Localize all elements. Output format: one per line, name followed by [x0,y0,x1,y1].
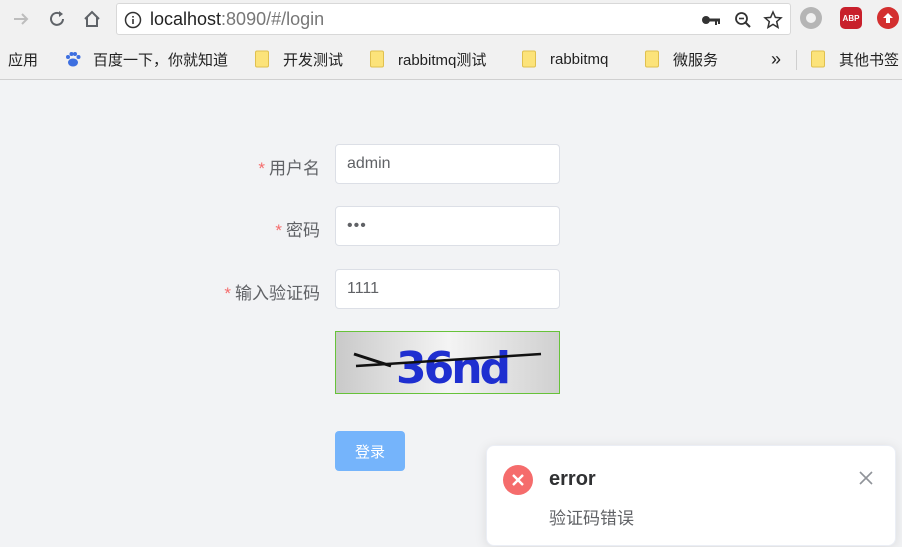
bookmarks-more-button[interactable]: » [771,49,781,69]
bookmarks-divider [796,50,797,70]
bookmark-rabbitmq[interactable]: rabbitmq [522,49,608,69]
baidu-paw-icon [64,50,82,68]
home-icon[interactable] [80,7,104,31]
captcha-input[interactable]: 1111 [335,269,560,309]
upload-extension-icon[interactable] [877,7,899,29]
folder-icon [255,50,269,68]
error-notification: error 验证码错误 [486,445,896,546]
folder-icon [811,50,825,68]
adblock-label: ABP [842,13,860,23]
password-input[interactable]: ••• [335,206,560,246]
browser-toolbar: localhost:8090/#/login ABP [0,0,902,38]
forward-icon[interactable] [9,7,33,31]
bookmark-dev-test[interactable]: 开发测试 [255,49,343,69]
reload-icon[interactable] [45,7,69,31]
username-label: * 用户名 [258,159,320,178]
adblock-icon[interactable]: ABP [840,7,862,29]
error-circle-icon [503,465,533,495]
zoom-icon[interactable] [733,10,753,30]
captcha-label: * 输入验证码 [224,284,320,303]
address-bar[interactable]: localhost:8090/#/login [116,3,791,35]
close-icon[interactable] [858,470,874,486]
notification-message: 验证码错误 [549,509,634,528]
bookmarks-bar: 应用 百度一下，你就知道 开发测试 rabbitmq测试 rabbitmq 微服… [0,38,902,80]
star-icon[interactable] [763,10,783,30]
captcha-image[interactable]: 36nd [335,331,560,394]
notification-title: error [549,468,596,490]
username-input[interactable]: admin [335,144,560,184]
password-label: * 密码 [275,221,320,240]
folder-icon [370,50,384,68]
extension-circle-icon[interactable] [800,7,822,29]
key-icon[interactable] [701,10,721,30]
bookmark-other[interactable]: 其他书签 [811,49,899,69]
folder-icon [645,50,659,68]
bookmark-apps[interactable]: 应用 [8,49,38,69]
bookmark-baidu[interactable]: 百度一下，你就知道 [64,49,228,69]
url-text: localhost:8090/#/login [150,9,325,29]
info-icon[interactable] [123,10,143,30]
bookmark-microservice[interactable]: 微服务 [645,49,718,69]
captcha-text: 36nd [396,343,508,394]
login-button[interactable]: 登录 [335,431,405,471]
bookmark-rabbitmq-test[interactable]: rabbitmq测试 [370,49,486,69]
folder-icon [522,50,536,68]
